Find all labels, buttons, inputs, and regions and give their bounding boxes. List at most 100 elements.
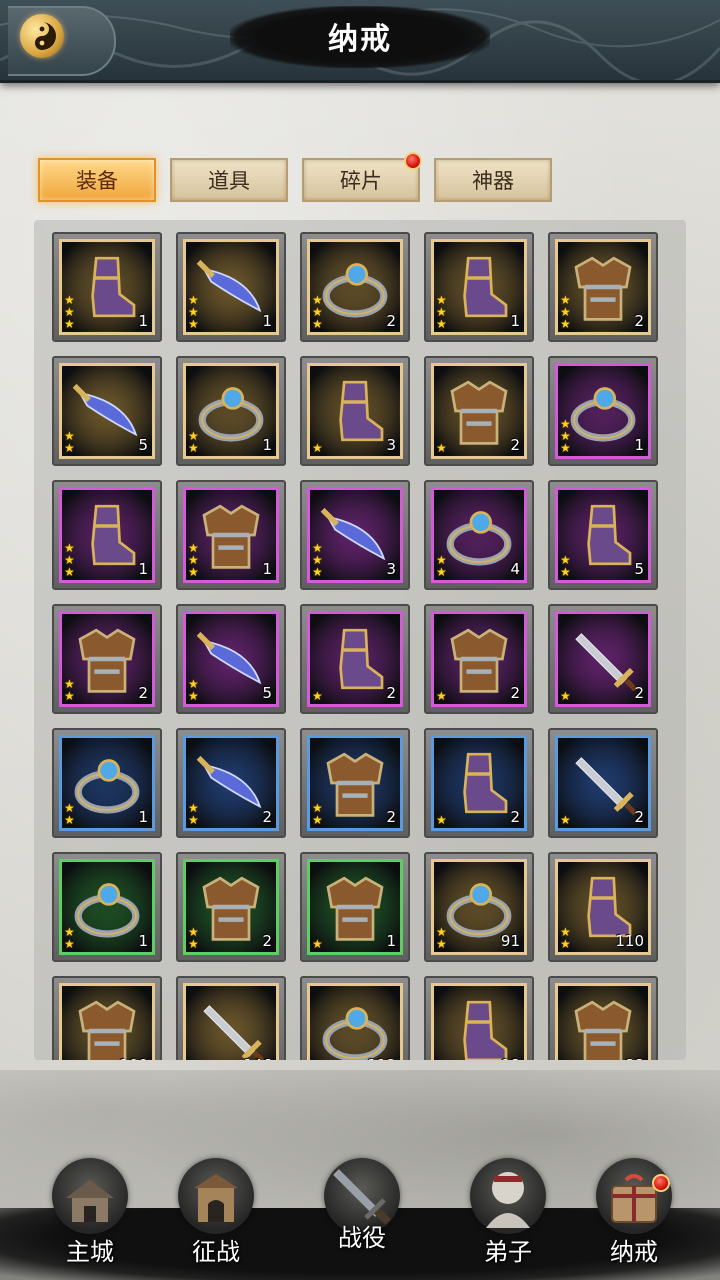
tab-props[interactable]: 道具 (170, 158, 288, 202)
tab-artifacts[interactable]: 神器 (434, 158, 552, 202)
star-rating: ★ ★ (188, 926, 199, 950)
boot-icon (434, 986, 524, 1060)
nav-disciple[interactable]: 弟子 (448, 1150, 568, 1270)
item-count: 1 (262, 312, 272, 330)
inventory-slot[interactable]: ★ ★ ★ 1 (52, 232, 162, 342)
item-count: 1 (510, 312, 520, 330)
inventory-slot[interactable]: ★ 1 (300, 852, 410, 962)
star-rating: ★ ★ ★ (436, 294, 447, 330)
item-frame: ★ ★ ★ 2 (555, 239, 651, 335)
inventory-slot[interactable]: ★ 2 (424, 604, 534, 714)
item-frame: ★ ★ ★ 3 (307, 487, 403, 583)
star-icon: ★ (436, 937, 447, 951)
tab-equipment[interactable]: 装备 (38, 158, 156, 202)
star-icon: ★ (64, 441, 75, 455)
inventory-slot[interactable]: ★ ★ 5 (176, 604, 286, 714)
star-rating: ★ ★ (436, 926, 447, 950)
nav-city[interactable]: 主城 (30, 1150, 150, 1270)
inventory-slot[interactable]: ★ ★ ★ 1 (548, 356, 658, 466)
star-icon: ★ (312, 441, 323, 455)
taiji-icon[interactable] (20, 14, 64, 58)
inventory-slot[interactable]: ★ ★ 1 (176, 356, 286, 466)
item-frame: ★146 (183, 983, 279, 1060)
item-count: 5 (138, 436, 148, 454)
inventory-slot[interactable]: ★ ★ ★ 2 (300, 232, 410, 342)
inventory-slot[interactable]: ★ ★ ★ 1 (424, 232, 534, 342)
star-icon: ★ (64, 813, 75, 827)
city-icon (52, 1158, 128, 1234)
star-rating: ★ ★ (188, 802, 199, 826)
inventory-slot[interactable]: ★ 3 (300, 356, 410, 466)
item-count: 1 (386, 932, 396, 950)
item-frame: ★ ★ 5 (183, 611, 279, 707)
star-icon: ★ (312, 813, 323, 827)
star-rating: ★ (312, 938, 323, 950)
inventory-slot[interactable]: ★ 2 (300, 604, 410, 714)
item-count: 112 (367, 1056, 396, 1060)
item-frame: ★112 (307, 983, 403, 1060)
inventory-slot[interactable]: ★ ★ 4 (424, 480, 534, 590)
item-frame: ★ 2 (431, 735, 527, 831)
item-count: 2 (510, 808, 520, 826)
inventory-slot[interactable]: ★ 2 (548, 604, 658, 714)
inventory-slot[interactable]: ★ 2 (424, 356, 534, 466)
inventory-slot[interactable]: ★ ★ 91 (424, 852, 534, 962)
tab-fragments[interactable]: 碎片 (302, 152, 422, 202)
star-rating: ★ ★ ★ (64, 294, 75, 330)
item-count: 146 (243, 1056, 272, 1060)
armor-icon (62, 986, 152, 1060)
inventory-slot[interactable]: ★ ★ 1 (52, 728, 162, 838)
inventory-slot[interactable]: ★ ★ 5 (548, 480, 658, 590)
item-count: 1 (262, 560, 272, 578)
inventory-grid: ★ ★ ★ 1 ★ ★ ★ 1 ★ ★ ★ 2 ★ ★ ★ 1 ★ ★ ★ 2 ★ ★ 5 ★ ★ 1 ★ 3 ★ 2 ★ ★ ★ 1 ★ ★ ★ 1 ★ ★… (34, 220, 686, 1060)
star-rating: ★ ★ ★ (188, 542, 199, 578)
item-count: 2 (510, 436, 520, 454)
nav-battle[interactable]: 战役 (302, 1150, 422, 1270)
inventory-slot[interactable]: ★88 (548, 976, 658, 1060)
inventory-slot[interactable]: ★ ★ 2 (176, 728, 286, 838)
item-frame: ★ 3 (307, 363, 403, 459)
star-icon: ★ (188, 441, 199, 455)
inventory-slot[interactable]: ★ ★ ★ 1 (52, 480, 162, 590)
inventory-slot[interactable]: ★ 2 (424, 728, 534, 838)
item-count: 91 (500, 932, 520, 950)
star-icon: ★ (188, 813, 199, 827)
star-icon: ★ (188, 565, 199, 579)
star-rating: ★ (312, 690, 323, 702)
star-icon: ★ (560, 813, 571, 827)
inventory-slot[interactable]: ★146 (176, 976, 286, 1060)
item-count: 3 (386, 560, 396, 578)
nav-gate[interactable]: 征战 (156, 1150, 276, 1270)
inventory-slot[interactable]: ★ ★ 2 (300, 728, 410, 838)
item-frame: ★ ★ 1 (183, 363, 279, 459)
nav-bag[interactable]: 纳戒 (574, 1150, 694, 1270)
star-icon: ★ (64, 565, 75, 579)
inventory-slot[interactable]: ★ ★ ★ 3 (300, 480, 410, 590)
inventory-slot[interactable]: ★100 (52, 976, 162, 1060)
inventory-slot[interactable]: ★ ★ 5 (52, 356, 162, 466)
item-frame: ★ ★ ★ 1 (59, 487, 155, 583)
inventory-slot[interactable]: ★ ★ ★ 1 (176, 480, 286, 590)
star-rating: ★ (436, 442, 447, 454)
star-icon: ★ (64, 317, 75, 331)
item-count: 98 (501, 1056, 520, 1060)
inventory-slot[interactable]: ★ ★ 2 (176, 852, 286, 962)
item-frame: ★ ★ 2 (307, 735, 403, 831)
star-icon: ★ (312, 937, 323, 951)
item-count: 1 (262, 436, 272, 454)
inventory-slot[interactable]: ★ ★ 2 (52, 604, 162, 714)
inventory-slot[interactable]: ★ 2 (548, 728, 658, 838)
page-title: 纳戒 (328, 22, 392, 57)
inventory-slot[interactable]: ★ ★ 110 (548, 852, 658, 962)
gate-icon (178, 1158, 254, 1234)
inventory-slot[interactable]: ★ ★ ★ 1 (176, 232, 286, 342)
notification-dot (652, 1174, 670, 1192)
star-icon: ★ (436, 441, 447, 455)
inventory-slot[interactable]: ★ ★ ★ 2 (548, 232, 658, 342)
inventory-slot[interactable]: ★ ★ 1 (52, 852, 162, 962)
inventory-slot[interactable]: ★98 (424, 976, 534, 1060)
item-count: 3 (386, 436, 396, 454)
inventory-slot[interactable]: ★112 (300, 976, 410, 1060)
item-count: 2 (634, 684, 644, 702)
item-frame: ★100 (59, 983, 155, 1060)
